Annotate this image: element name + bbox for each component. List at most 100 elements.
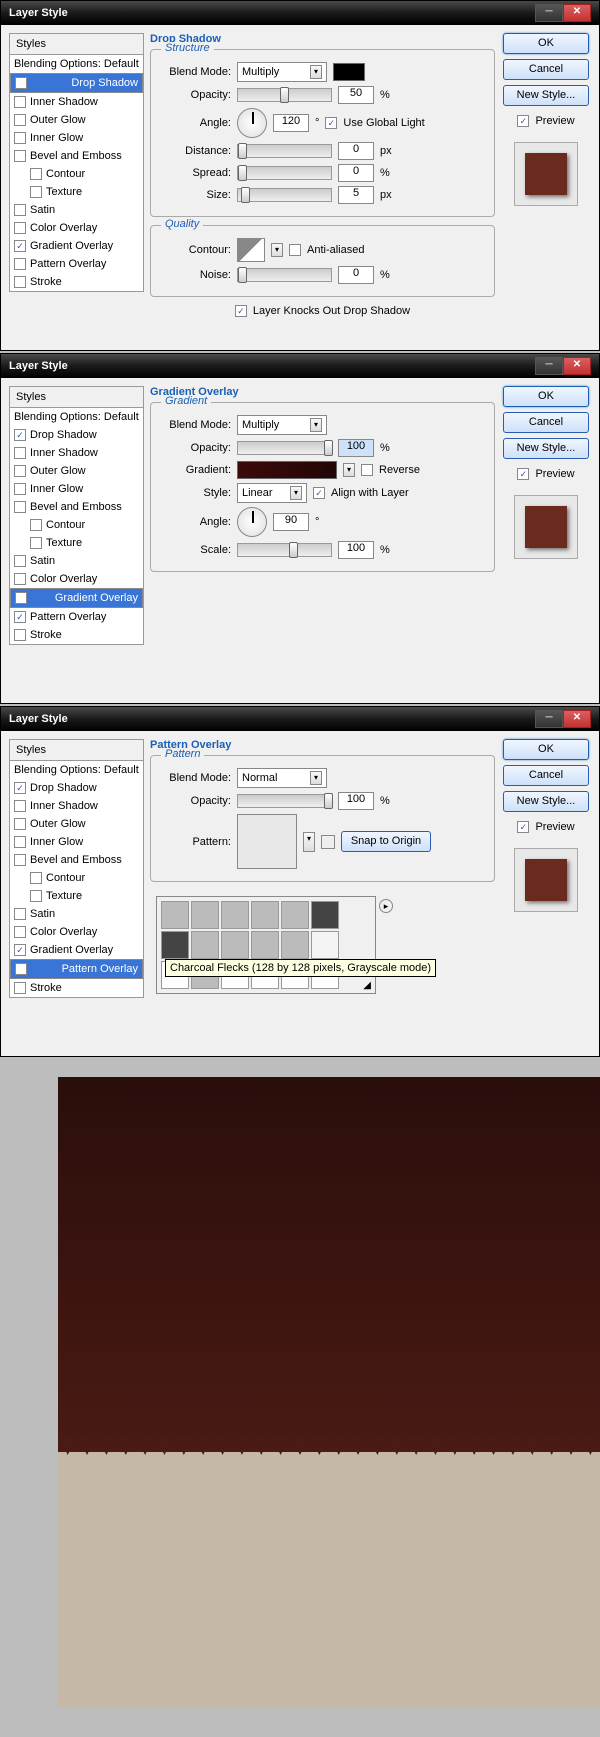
scale-slider[interactable] xyxy=(237,543,332,557)
flyout-menu-icon[interactable]: ▸ xyxy=(379,899,393,913)
preview-checkbox[interactable] xyxy=(517,115,529,127)
sidebar-item-dropshadow[interactable]: Drop Shadow xyxy=(10,73,143,93)
checkbox[interactable] xyxy=(15,592,27,604)
sidebar-item-bevel[interactable]: Bevel and Emboss xyxy=(10,498,143,516)
checkbox[interactable] xyxy=(14,800,26,812)
sidebar-item-innershadow[interactable]: Inner Shadow xyxy=(10,93,143,111)
sidebar-item-patternoverlay[interactable]: Pattern Overlay xyxy=(10,255,143,273)
blending-options[interactable]: Blending Options: Default xyxy=(10,55,143,73)
checkbox[interactable] xyxy=(14,944,26,956)
checkbox[interactable] xyxy=(14,114,26,126)
checkbox[interactable] xyxy=(14,573,26,585)
checkbox[interactable] xyxy=(14,501,26,513)
sidebar-item-texture[interactable]: Texture xyxy=(10,887,143,905)
preview-checkbox[interactable] xyxy=(517,821,529,833)
sidebar-item-innerglow[interactable]: Inner Glow xyxy=(10,129,143,147)
size-input[interactable]: 5 xyxy=(338,186,374,204)
checkbox[interactable] xyxy=(14,629,26,641)
sidebar-item-innerglow[interactable]: Inner Glow xyxy=(10,480,143,498)
sidebar-item-gradientoverlay[interactable]: Gradient Overlay xyxy=(10,941,143,959)
sidebar-item-contour[interactable]: Contour xyxy=(10,165,143,183)
blendmode-select[interactable]: Normal▾ xyxy=(237,768,327,788)
sidebar-item-dropshadow[interactable]: Drop Shadow xyxy=(10,426,143,444)
sidebar-item-contour[interactable]: Contour xyxy=(10,869,143,887)
titlebar[interactable]: Layer Style ─ ✕ xyxy=(1,1,599,25)
pattern-cell[interactable] xyxy=(221,931,249,959)
color-swatch[interactable] xyxy=(333,63,365,81)
noise-slider[interactable] xyxy=(237,268,332,282)
noise-input[interactable]: 0 xyxy=(338,266,374,284)
cancel-button[interactable]: Cancel xyxy=(503,59,589,80)
sidebar-item-stroke[interactable]: Stroke xyxy=(10,979,143,997)
sidebar-item-stroke[interactable]: Stroke xyxy=(10,626,143,644)
distance-slider[interactable] xyxy=(237,144,332,158)
angle-dial[interactable] xyxy=(237,507,267,537)
opacity-input[interactable]: 100 xyxy=(338,439,374,457)
ok-button[interactable]: OK xyxy=(503,33,589,54)
pattern-cell[interactable] xyxy=(311,901,339,929)
new-style-button[interactable]: New Style... xyxy=(503,85,589,106)
opacity-input[interactable]: 100 xyxy=(338,792,374,810)
angle-input[interactable]: 90 xyxy=(273,513,309,531)
pattern-cell[interactable] xyxy=(251,901,279,929)
sidebar-item-innerglow[interactable]: Inner Glow xyxy=(10,833,143,851)
ok-button[interactable]: OK xyxy=(503,739,589,760)
checkbox[interactable] xyxy=(30,519,42,531)
checkbox[interactable] xyxy=(30,537,42,549)
sidebar-item-coloroverlay[interactable]: Color Overlay xyxy=(10,219,143,237)
sidebar-item-outerglow[interactable]: Outer Glow xyxy=(10,815,143,833)
spread-input[interactable]: 0 xyxy=(338,164,374,182)
pattern-cell[interactable] xyxy=(251,931,279,959)
sidebar-item-satin[interactable]: Satin xyxy=(10,552,143,570)
checkbox[interactable] xyxy=(14,258,26,270)
checkbox[interactable] xyxy=(30,168,42,180)
sidebar-item-contour[interactable]: Contour xyxy=(10,516,143,534)
new-preset-icon[interactable] xyxy=(321,835,335,849)
minimize-button[interactable]: ─ xyxy=(535,710,563,728)
contour-picker[interactable] xyxy=(237,238,265,262)
sidebar-item-bevel[interactable]: Bevel and Emboss xyxy=(10,851,143,869)
checkbox[interactable] xyxy=(14,818,26,830)
angle-dial[interactable] xyxy=(237,108,267,138)
cancel-button[interactable]: Cancel xyxy=(503,765,589,786)
sidebar-item-gradientoverlay[interactable]: Gradient Overlay xyxy=(10,588,143,608)
close-button[interactable]: ✕ xyxy=(563,357,591,375)
chevron-down-icon[interactable]: ▾ xyxy=(271,243,283,257)
sidebar-item-satin[interactable]: Satin xyxy=(10,201,143,219)
checkbox[interactable] xyxy=(14,483,26,495)
checkbox[interactable] xyxy=(30,186,42,198)
distance-input[interactable]: 0 xyxy=(338,142,374,160)
sidebar-item-coloroverlay[interactable]: Color Overlay xyxy=(10,570,143,588)
sidebar-item-outerglow[interactable]: Outer Glow xyxy=(10,111,143,129)
sidebar-item-innershadow[interactable]: Inner Shadow xyxy=(10,444,143,462)
minimize-button[interactable]: ─ xyxy=(535,357,563,375)
chevron-down-icon[interactable]: ▾ xyxy=(303,832,315,852)
size-slider[interactable] xyxy=(237,188,332,202)
checkbox[interactable] xyxy=(15,963,27,975)
checkbox[interactable] xyxy=(30,890,42,902)
scale-input[interactable]: 100 xyxy=(338,541,374,559)
blending-options[interactable]: Blending Options: Default xyxy=(10,761,143,779)
close-button[interactable]: ✕ xyxy=(563,4,591,22)
titlebar[interactable]: Layer Style ─✕ xyxy=(1,707,599,731)
sidebar-item-texture[interactable]: Texture xyxy=(10,183,143,201)
close-button[interactable]: ✕ xyxy=(563,710,591,728)
blending-options[interactable]: Blending Options: Default xyxy=(10,408,143,426)
resize-grip-icon[interactable]: ◢ xyxy=(363,980,371,991)
preview-checkbox[interactable] xyxy=(517,468,529,480)
styles-header[interactable]: Styles xyxy=(10,387,143,408)
titlebar[interactable]: Layer Style ─✕ xyxy=(1,354,599,378)
pattern-cell[interactable] xyxy=(221,901,249,929)
snap-origin-button[interactable]: Snap to Origin xyxy=(341,831,431,852)
checkbox[interactable] xyxy=(14,240,26,252)
sidebar-item-innershadow[interactable]: Inner Shadow xyxy=(10,797,143,815)
spread-slider[interactable] xyxy=(237,166,332,180)
cancel-button[interactable]: Cancel xyxy=(503,412,589,433)
styles-header[interactable]: Styles xyxy=(10,740,143,761)
sidebar-item-patternoverlay[interactable]: Pattern Overlay xyxy=(10,608,143,626)
sidebar-item-texture[interactable]: Texture xyxy=(10,534,143,552)
chevron-down-icon[interactable]: ▾ xyxy=(343,463,355,477)
sidebar-item-gradientoverlay[interactable]: Gradient Overlay xyxy=(10,237,143,255)
checkbox[interactable] xyxy=(14,222,26,234)
checkbox[interactable] xyxy=(15,77,27,89)
